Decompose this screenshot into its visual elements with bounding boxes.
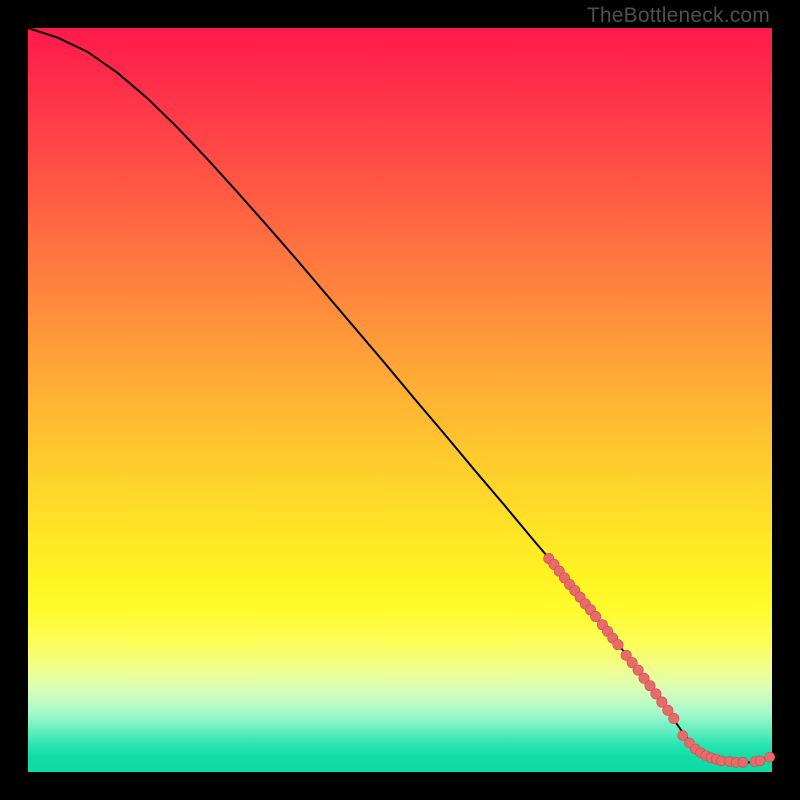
chart-stage: TheBottleneck.com xyxy=(0,0,800,800)
chart-overlay xyxy=(0,0,800,800)
bottleneck-curve xyxy=(28,28,772,762)
flat-markers xyxy=(678,731,775,768)
data-point xyxy=(755,756,765,766)
segment-markers xyxy=(544,553,679,723)
data-point xyxy=(613,640,623,650)
data-point xyxy=(765,752,775,762)
data-point xyxy=(738,757,748,767)
data-point xyxy=(669,713,679,723)
